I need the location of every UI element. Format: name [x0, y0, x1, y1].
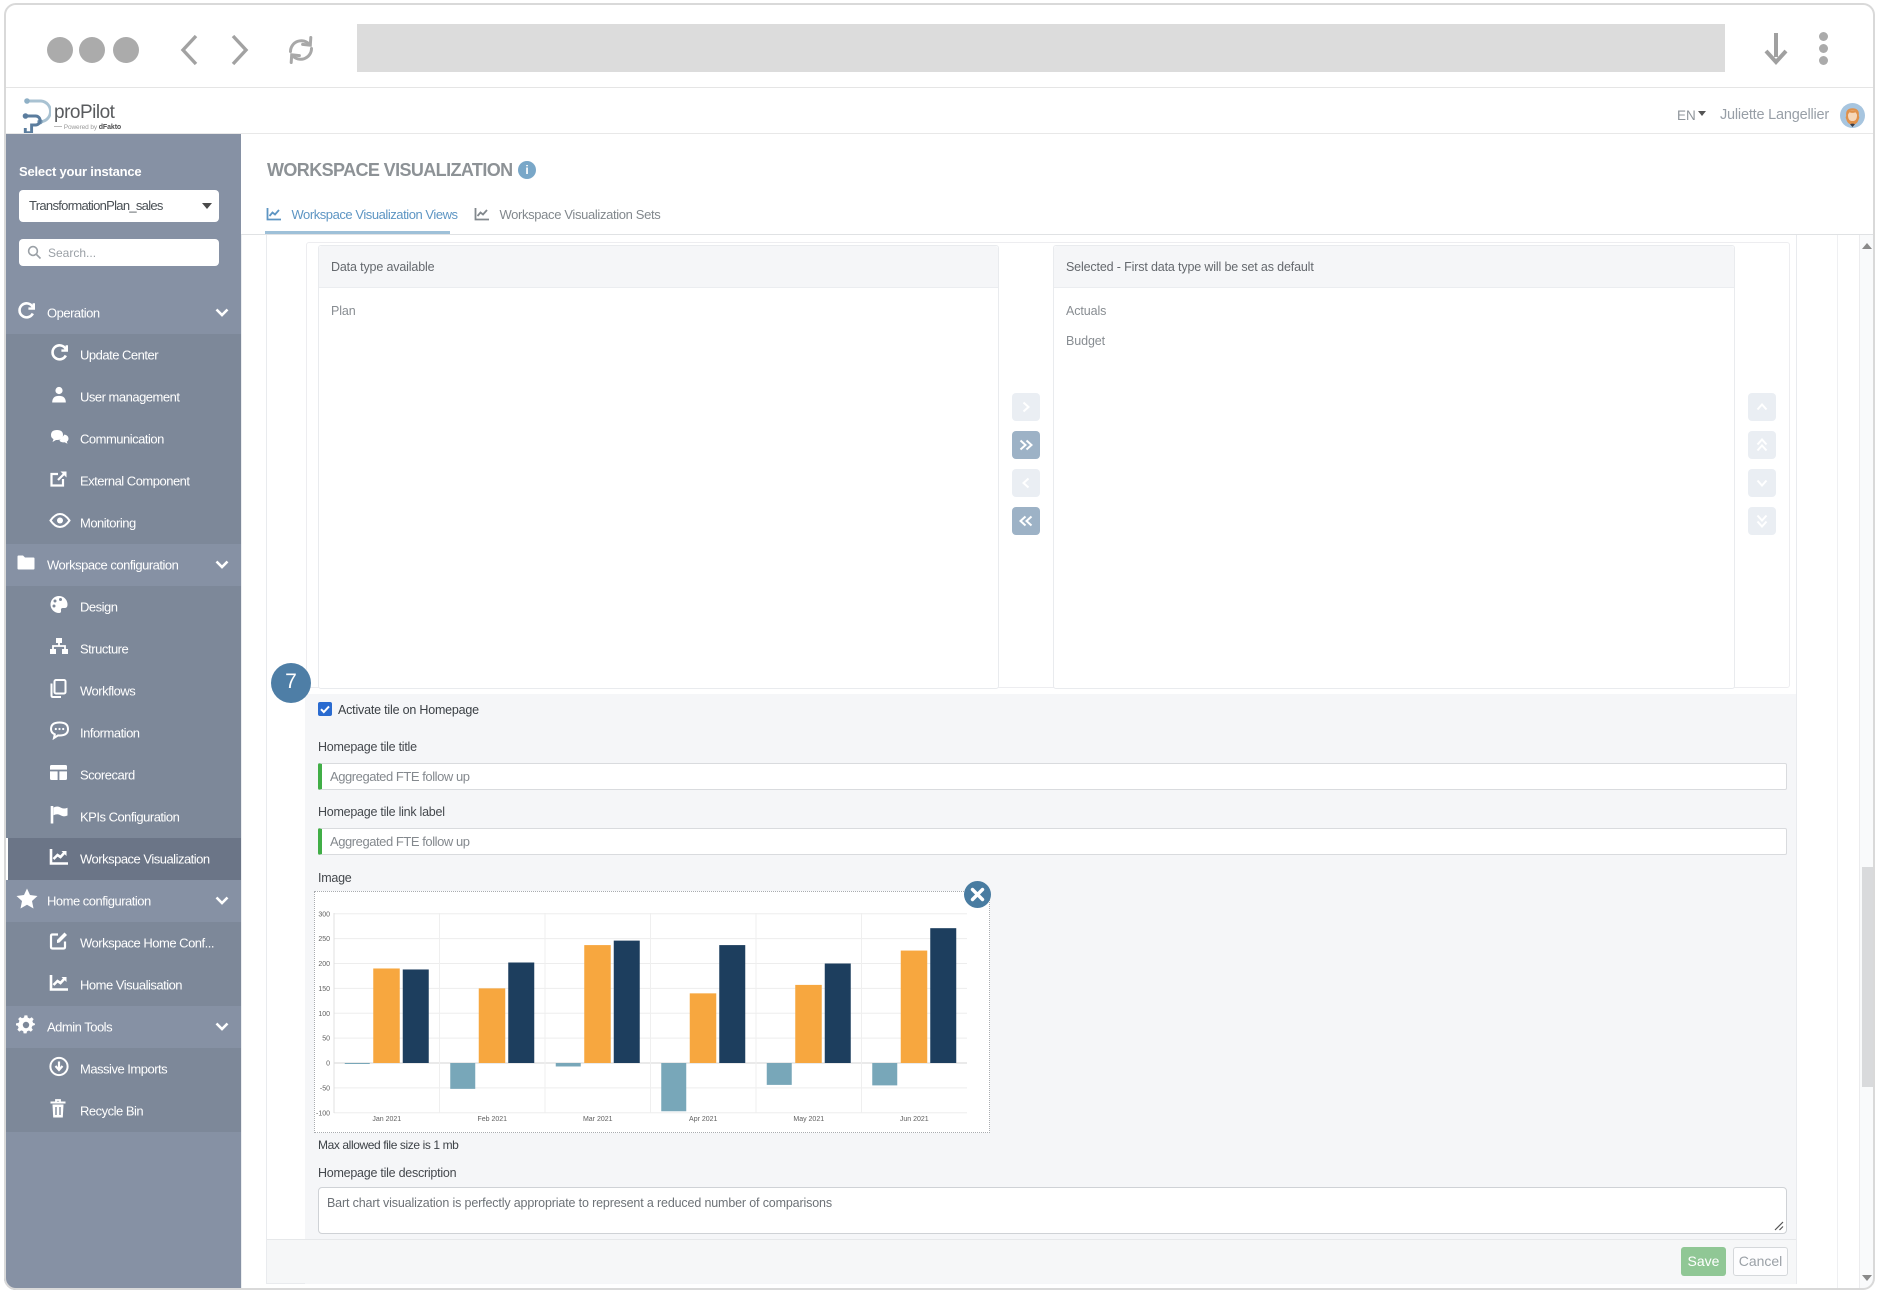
svg-text:Feb 2021: Feb 2021 — [477, 1116, 507, 1123]
svg-text:150: 150 — [318, 986, 330, 993]
svg-text:250: 250 — [318, 936, 330, 943]
svg-text:100: 100 — [318, 1011, 330, 1018]
svg-text:300: 300 — [318, 911, 330, 918]
svg-text:50: 50 — [322, 1036, 330, 1043]
svg-text:Apr 2021: Apr 2021 — [689, 1116, 718, 1123]
svg-text:-50: -50 — [320, 1085, 330, 1092]
svg-text:-100: -100 — [316, 1110, 330, 1117]
svg-text:Jan 2021: Jan 2021 — [372, 1116, 401, 1123]
svg-text:0: 0 — [326, 1061, 330, 1068]
svg-text:Mar 2021: Mar 2021 — [583, 1116, 613, 1123]
svg-text:Jun 2021: Jun 2021 — [900, 1116, 929, 1123]
svg-text:May 2021: May 2021 — [793, 1116, 824, 1123]
svg-text:200: 200 — [318, 961, 330, 968]
